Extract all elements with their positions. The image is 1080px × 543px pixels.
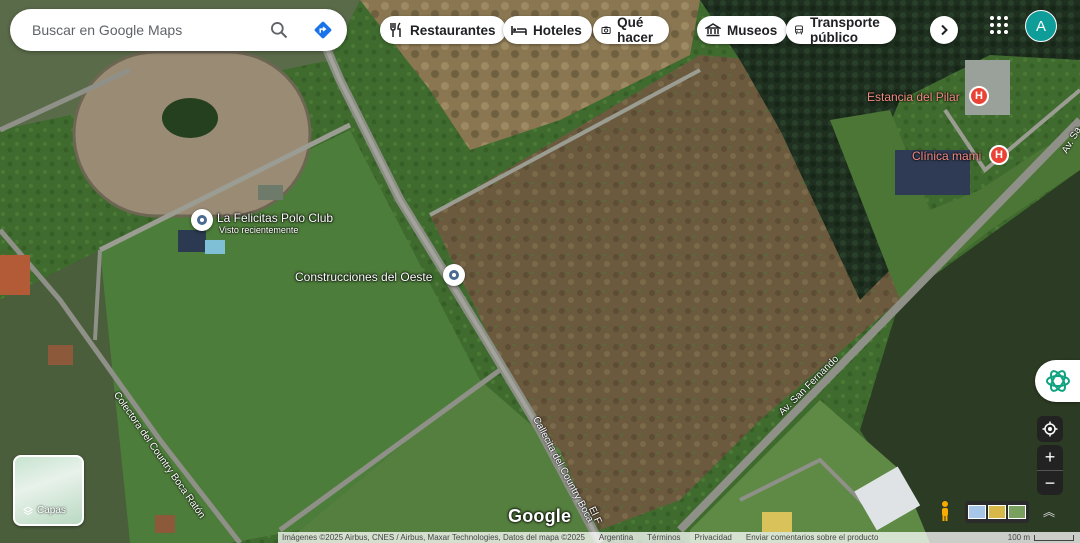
- my-location-icon: [1042, 421, 1058, 437]
- zoom-in-button[interactable]: +: [1037, 445, 1063, 471]
- search-input[interactable]: Buscar en Google Maps: [32, 22, 182, 38]
- camera-icon: [601, 26, 611, 34]
- chip-restaurantes[interactable]: Restaurantes: [380, 16, 506, 44]
- google-logo: Google: [508, 506, 572, 526]
- chip-hoteles[interactable]: Hoteles: [503, 16, 592, 44]
- hospital-icon[interactable]: H: [969, 86, 989, 106]
- expand-chevron-icon[interactable]: ︽: [1040, 502, 1058, 522]
- place-sublabel-polo-club: Visto recientemente: [219, 225, 299, 235]
- footer-attribution: Imágenes ©2025 Airbus, CNES / Airbus, Ma…: [282, 533, 585, 542]
- pegman-icon[interactable]: [938, 500, 952, 522]
- layers-icon: [23, 505, 33, 515]
- ai-assistant-icon: [1045, 370, 1070, 392]
- zoom-out-button[interactable]: −: [1037, 471, 1063, 496]
- account-avatar[interactable]: A: [1025, 10, 1057, 42]
- bed-icon: [511, 26, 527, 35]
- layers-button[interactable]: Capas: [13, 455, 84, 526]
- hospital-icon[interactable]: H: [989, 145, 1009, 165]
- chip-label: Restaurantes: [410, 22, 496, 38]
- directions-icon[interactable]: [312, 19, 334, 41]
- chip-label: Qué hacer: [617, 15, 654, 45]
- place-pin-construcciones[interactable]: [443, 264, 465, 286]
- chip-label: Hoteles: [533, 22, 582, 38]
- zoom-controls: + −: [1037, 445, 1063, 495]
- chip-label: Museos: [727, 22, 778, 38]
- search-box[interactable]: Buscar en Google Maps: [10, 9, 347, 51]
- fork-knife-icon: [390, 22, 401, 37]
- footer-feedback-link[interactable]: Enviar comentarios sobre el producto: [746, 533, 879, 542]
- thumb-satellite[interactable]: [1008, 505, 1026, 519]
- thumb-terrain[interactable]: [988, 505, 1006, 519]
- bus-icon: [795, 25, 803, 35]
- my-location-button[interactable]: [1037, 416, 1063, 442]
- chevron-right-icon: [941, 24, 948, 36]
- chip-transporte-publico[interactable]: Transporte público: [786, 15, 896, 45]
- place-label-polo-club[interactable]: La Felicitas Polo Club: [217, 211, 333, 225]
- footer-privacy-link[interactable]: Privacidad: [695, 533, 732, 542]
- layers-label: Capas: [37, 505, 66, 516]
- place-pin-polo-club[interactable]: [191, 209, 213, 231]
- layers-label-wrap: Capas: [23, 505, 66, 516]
- place-label-construcciones[interactable]: Construcciones del Oeste: [295, 270, 432, 284]
- scale-bar[interactable]: 100 m: [1008, 533, 1074, 542]
- chip-label: Transporte público: [809, 15, 880, 45]
- gemini-button[interactable]: [1035, 360, 1080, 402]
- chips-next-button[interactable]: [930, 16, 958, 44]
- scale-label: 100 m: [1007, 533, 1030, 542]
- map-type-thumbnails[interactable]: [965, 501, 1029, 523]
- map-footer: Imágenes ©2025 Airbus, CNES / Airbus, Ma…: [278, 532, 1080, 543]
- apps-grid-icon[interactable]: [990, 16, 1008, 34]
- footer-country: Argentina: [598, 533, 634, 542]
- chip-museos[interactable]: Museos: [697, 16, 788, 44]
- place-label-estancia[interactable]: Estancia del Pilar: [867, 90, 960, 104]
- place-label-clinica[interactable]: Clínica mami: [912, 149, 981, 163]
- footer-terms-link[interactable]: Términos: [647, 533, 680, 542]
- search-icon[interactable]: [269, 20, 289, 40]
- thumb-map[interactable]: [968, 505, 986, 519]
- chip-que-hacer[interactable]: Qué hacer: [593, 15, 670, 45]
- museum-icon: [705, 23, 721, 37]
